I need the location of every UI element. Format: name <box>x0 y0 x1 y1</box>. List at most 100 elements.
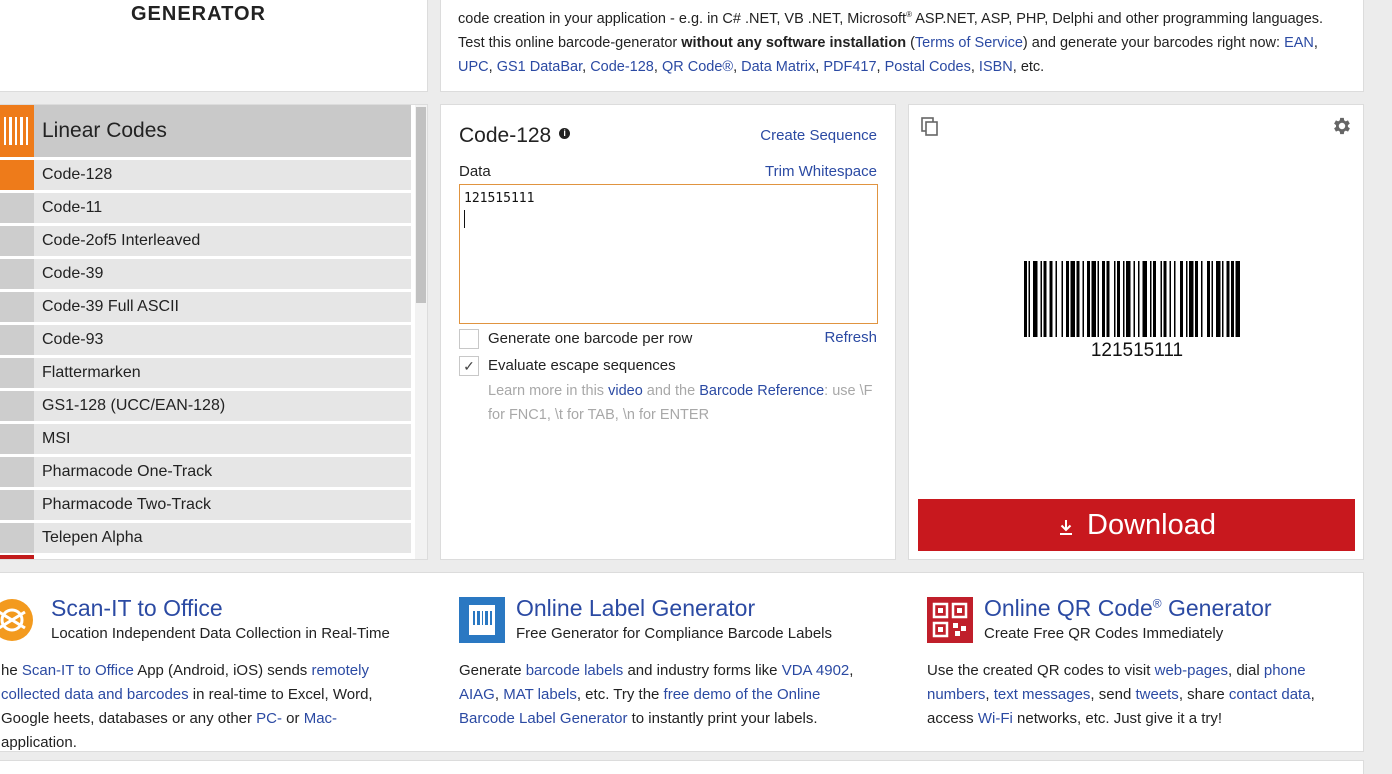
info-icon[interactable]: i <box>559 128 571 139</box>
postal-codes-link[interactable]: Postal Codes <box>885 59 971 75</box>
label-text-d: , <box>494 686 504 703</box>
category-header-linear-codes[interactable]: Linear Codes <box>0 105 411 157</box>
aiag-link[interactable]: AIAG <box>459 686 495 703</box>
barcode-bar <box>1180 261 1183 337</box>
upc-link[interactable]: UPC <box>458 59 489 75</box>
barcode-bar <box>1082 261 1084 337</box>
barcode-human-readable: 121515111 <box>1091 340 1183 361</box>
mat-labels-link[interactable]: MAT labels <box>503 686 577 703</box>
download-button[interactable]: Download <box>918 499 1355 551</box>
web-pages-link[interactable]: web-pages <box>1155 662 1228 679</box>
sidebar-item-pharmacode-one-track[interactable]: Pharmacode One-Track <box>0 457 411 487</box>
ean-link[interactable]: EAN <box>1284 35 1314 51</box>
barcode-bar <box>1087 261 1090 337</box>
barcode-bar <box>1066 261 1069 337</box>
logo-panel: GENERATOR <box>0 0 428 92</box>
barcode-image: 121515111 <box>1024 261 1240 361</box>
refresh-link[interactable]: Refresh <box>824 329 877 346</box>
qr-title-end: Generator <box>1161 595 1272 621</box>
barcode-bar <box>1226 261 1230 337</box>
hint-text-b: and the <box>642 383 700 399</box>
barcode-bar <box>1160 261 1162 337</box>
trim-whitespace-link[interactable]: Trim Whitespace <box>765 163 877 180</box>
vda-4902-link[interactable]: VDA 4902 <box>782 662 850 679</box>
label-generator-subtitle: Free Generator for Compliance Barcode La… <box>516 625 832 642</box>
barcode-bar <box>1076 261 1080 337</box>
qr-text-a: Use the created QR codes to visit <box>927 662 1155 679</box>
barcode-bar <box>1043 261 1047 337</box>
video-link[interactable]: video <box>608 383 643 399</box>
mac-link[interactable]: Mac- <box>304 710 337 727</box>
barcode-bar <box>1189 261 1194 337</box>
scan-it-text-a: he <box>1 662 22 679</box>
code128-link[interactable]: Code-128 <box>590 59 654 75</box>
qr-text-c: , <box>985 686 994 703</box>
scan-it-app-link[interactable]: Scan-IT to Office <box>22 662 134 679</box>
intro-text-a: code creation in your application - e.g.… <box>458 10 907 27</box>
qr-title-registered: ® <box>1152 596 1162 611</box>
sidebar-item-code-128[interactable]: Code-128 <box>0 160 411 190</box>
sidebar-scrollbar-thumb[interactable] <box>416 107 426 303</box>
label-text-a: Generate <box>459 662 526 679</box>
pc-link[interactable]: PC- <box>256 710 282 727</box>
category-title: Linear Codes <box>42 119 167 142</box>
escape-sequences-checkbox[interactable]: ✓ <box>459 356 479 376</box>
barcode-bars <box>1024 261 1240 337</box>
barcode-labels-link[interactable]: barcode labels <box>526 662 624 679</box>
sidebar-item-code-93[interactable]: Code-93 <box>0 325 411 355</box>
intro-text: code creation in your application - e.g.… <box>440 0 1364 92</box>
intro-text-e: ) and generate your barcodes right now: <box>1022 34 1285 51</box>
barcode-bar <box>1102 261 1105 337</box>
barcode-bar <box>1091 261 1096 337</box>
wifi-link[interactable]: Wi-Fi <box>978 710 1013 727</box>
barcode-bar <box>1153 261 1156 337</box>
pdf417-link[interactable]: PDF417 <box>823 59 876 75</box>
sidebar-item-msi[interactable]: MSI <box>0 424 411 454</box>
barcode-reference-link[interactable]: Barcode Reference <box>699 383 824 399</box>
barcode-type-sidebar: Linear Codes Code-128 Code-11 Code-2of5 … <box>0 104 428 560</box>
barcode-data-textarea[interactable]: 121515111 <box>459 184 878 324</box>
scan-it-title-link[interactable]: Scan-IT to Office <box>51 595 223 622</box>
qr-generator-title-link[interactable]: Online QR Code® Generator <box>984 595 1272 622</box>
data-matrix-link[interactable]: Data Matrix <box>741 59 815 75</box>
intro-end: , etc. <box>1012 58 1045 75</box>
qr-generator-description: Use the created QR codes to visit web-pa… <box>927 659 1327 731</box>
barcode-bar <box>1123 261 1125 337</box>
one-barcode-per-row-checkbox[interactable] <box>459 329 479 349</box>
label-generator-title-link[interactable]: Online Label Generator <box>516 595 755 622</box>
label-text-f: to instantly print your labels. <box>627 710 818 727</box>
text-messages-link[interactable]: text messages <box>994 686 1091 703</box>
sidebar-item-code-39[interactable]: Code-39 <box>0 259 411 289</box>
sidebar-item-code-11[interactable]: Code-11 <box>0 193 411 223</box>
intro-bold-text: without any software installation <box>681 34 907 51</box>
qr-generator-subtitle: Create Free QR Codes Immediately <box>984 625 1224 642</box>
barcode-bar <box>1028 261 1030 337</box>
copy-icon[interactable] <box>921 117 939 137</box>
create-sequence-link[interactable]: Create Sequence <box>760 127 877 144</box>
sidebar-item-code-2of5-interleaved[interactable]: Code-2of5 Interleaved <box>0 226 411 256</box>
terms-link[interactable]: Terms of Service <box>915 35 1023 51</box>
scan-it-icon[interactable] <box>0 597 35 643</box>
qr-code-icon[interactable] <box>927 597 973 643</box>
logo-text: GENERATOR <box>131 3 266 25</box>
isbn-link[interactable]: ISBN <box>979 59 1013 75</box>
gear-icon[interactable] <box>1331 115 1353 137</box>
intro-text-c: Test this online barcode-generator <box>458 34 682 51</box>
qr-title-text: Online QR Code <box>984 595 1153 621</box>
sidebar-item-pharmacode-two-track[interactable]: Pharmacode Two-Track <box>0 490 411 520</box>
sidebar-item-gs1-128[interactable]: GS1-128 (UCC/EAN-128) <box>0 391 411 421</box>
sidebar-item-flattermarken[interactable]: Flattermarken <box>0 358 411 388</box>
tweets-link[interactable]: tweets <box>1135 686 1178 703</box>
next-category-accent <box>0 555 34 559</box>
scan-it-text-b: App (Android, iOS) sends <box>133 662 312 679</box>
intro-line-2: Test this online barcode-generator witho… <box>458 34 1318 51</box>
sidebar-item-telepen-alpha[interactable]: Telepen Alpha <box>0 523 411 553</box>
barcode-bar <box>1097 261 1099 337</box>
contact-data-link[interactable]: contact data <box>1229 686 1311 703</box>
barcode-bar <box>1049 261 1053 337</box>
gs1-databar-link[interactable]: GS1 DataBar <box>497 59 582 75</box>
label-generator-icon[interactable] <box>459 597 505 643</box>
scan-it-description: he Scan-IT to Office App (Android, iOS) … <box>1 659 411 755</box>
sidebar-item-code-39-full-ascii[interactable]: Code-39 Full ASCII <box>0 292 411 322</box>
qr-code-link[interactable]: QR Code® <box>662 59 733 75</box>
